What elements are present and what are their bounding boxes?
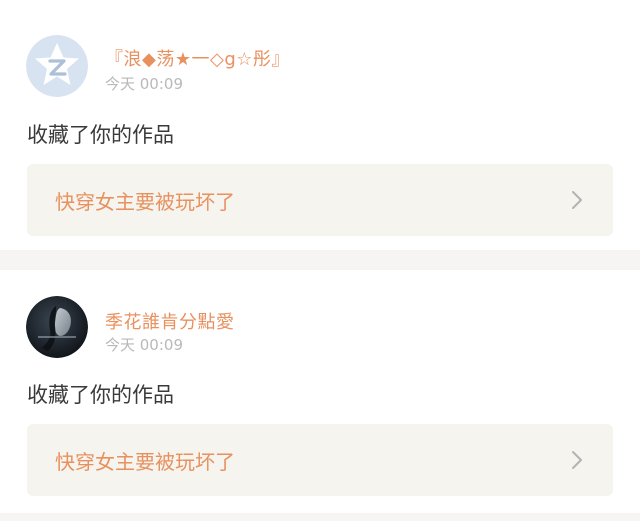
photo-avatar — [26, 296, 88, 358]
work-title: 快穿女主要被玩坏了 — [55, 450, 235, 474]
work-link[interactable]: 快穿女主要被玩坏了 — [27, 164, 613, 236]
work-title: 快穿女主要被玩坏了 — [55, 190, 235, 214]
work-link[interactable]: 快穿女主要被玩坏了 — [27, 424, 613, 496]
section-divider — [0, 513, 640, 521]
timestamp: 今天 00:09 — [105, 336, 183, 354]
chevron-right-icon — [572, 451, 582, 469]
section-divider — [0, 250, 640, 270]
username[interactable]: 季花誰肯分點愛 — [105, 308, 235, 334]
user-avatar[interactable] — [26, 35, 88, 97]
action-text: 收藏了你的作品 — [27, 383, 174, 407]
timestamp: 今天 00:09 — [105, 75, 183, 93]
chevron-right-icon — [572, 191, 582, 209]
notification-card: 季花誰肯分點愛 今天 00:09 收藏了你的作品 快穿女主要被玩坏了 — [0, 270, 640, 513]
notification-card: 『浪◆荡★一◇g☆彤』 今天 00:09 收藏了你的作品 快穿女主要被玩坏了 — [0, 0, 640, 250]
user-avatar[interactable] — [26, 296, 88, 358]
default-star-avatar-icon — [26, 35, 88, 97]
username[interactable]: 『浪◆荡★一◇g☆彤』 — [105, 45, 290, 71]
action-text: 收藏了你的作品 — [27, 123, 174, 147]
